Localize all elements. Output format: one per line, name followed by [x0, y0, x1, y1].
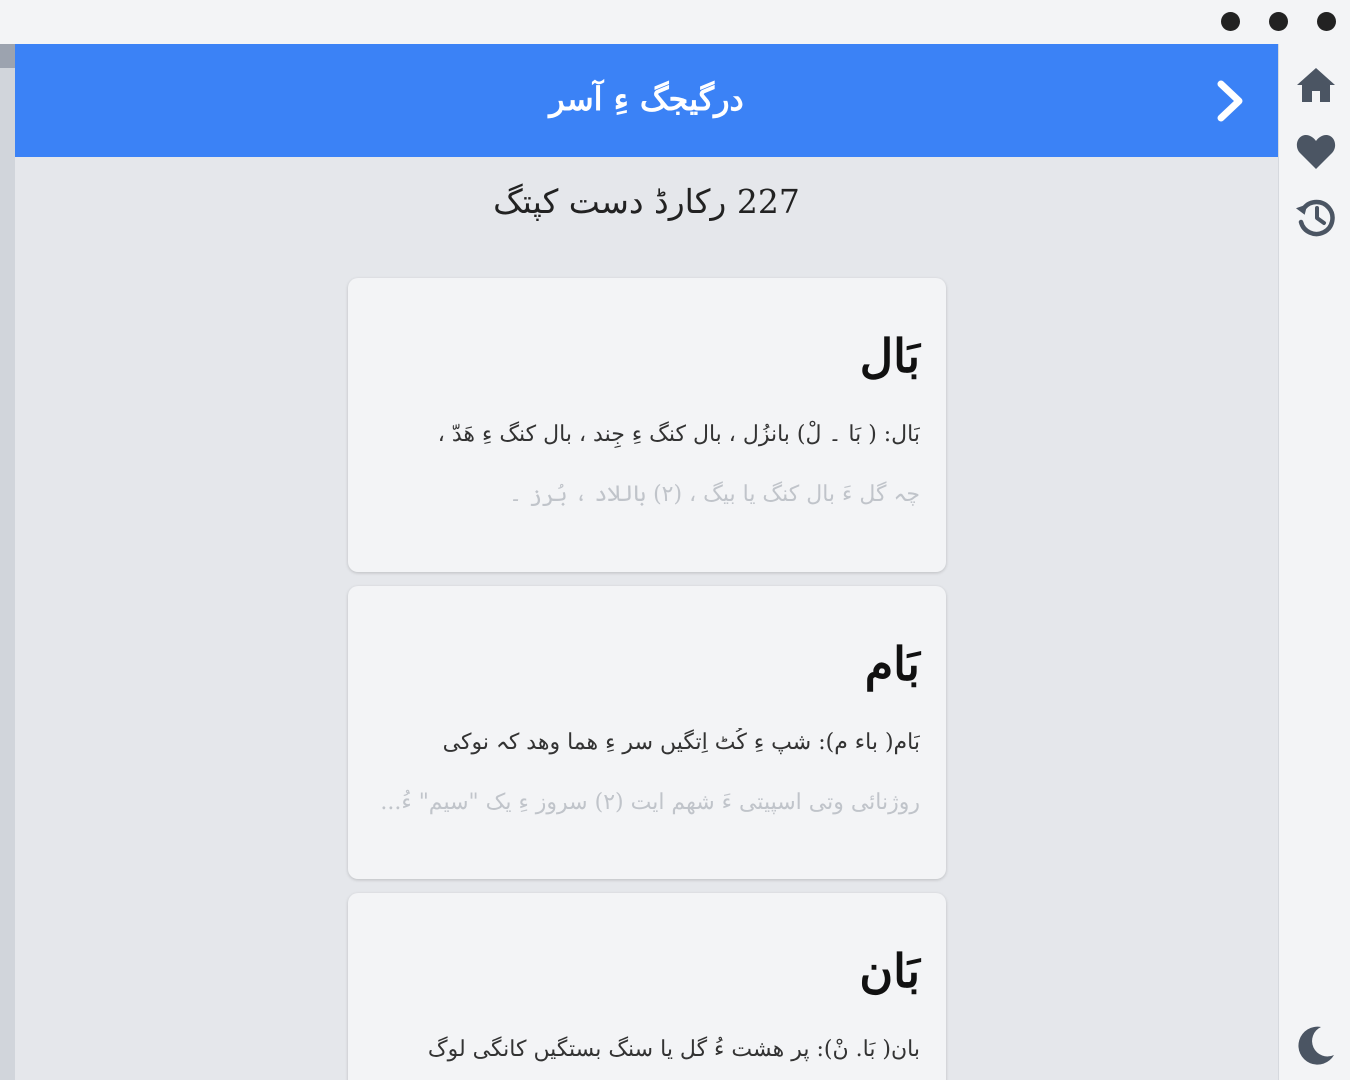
page-header: درگیجگ ءِ آسر: [15, 44, 1278, 157]
window-control-dot[interactable]: [1317, 12, 1336, 31]
favorites-button[interactable]: [1295, 130, 1337, 172]
entry-definition-fade: روژنائی وتی اسپیتی ءَ شھم ایت (۲) سروز ء…: [380, 790, 920, 815]
home-icon: [1297, 68, 1335, 102]
entry-word: بَان: [859, 944, 920, 998]
entry-card[interactable]: بَام بَام( باء م): شپ ءِ کُٹ اِتگیں سر ء…: [348, 586, 946, 879]
right-sidebar: [1278, 44, 1350, 1080]
back-button[interactable]: [1210, 78, 1250, 124]
entry-word: بَام: [864, 637, 920, 691]
entry-word: بَال: [859, 329, 920, 383]
entry-definition-fade: چہ گل ءَ بال کنگ یا بیگ ، (۲) باللاد ، ب…: [509, 482, 920, 507]
moon-icon: [1298, 1026, 1334, 1065]
main-panel: درگیجگ ءِ آسر 227 رکارڈ دست کپتگ بَال بَ…: [15, 44, 1278, 1080]
left-scrollbar-thumb[interactable]: [0, 44, 15, 68]
chevron-right-icon: [1217, 80, 1243, 122]
history-button[interactable]: [1295, 196, 1337, 238]
window-title-bar: [0, 0, 1350, 44]
entry-definition: بان( بَا. نْ): پر ھشت ءُ گل یا سنگ بستگی…: [427, 1037, 920, 1062]
entry-definition: بَام( باء م): شپ ءِ کُٹ اِتگیں سر ءِ ھما…: [442, 730, 920, 755]
entry-definition: بَال: ( بَا ۔ لْ) بانزُل ، بال کنگ ءِ جِ…: [437, 422, 920, 447]
entry-card[interactable]: بَال بَال: ( بَا ۔ لْ) بانزُل ، بال کنگ …: [348, 278, 946, 572]
heart-icon: [1296, 135, 1336, 169]
entry-card[interactable]: بَان بان( بَا. نْ): پر ھشت ءُ گل یا سنگ …: [348, 893, 946, 1080]
window-control-dot[interactable]: [1221, 12, 1240, 31]
window-control-dot[interactable]: [1269, 12, 1288, 31]
dark-mode-toggle[interactable]: [1295, 1024, 1337, 1066]
home-button[interactable]: [1295, 64, 1337, 106]
left-scrollbar-track[interactable]: [0, 44, 15, 1080]
history-icon: [1295, 199, 1335, 237]
page-title: درگیجگ ءِ آسر: [549, 80, 744, 118]
results-count: 227 رکارڈ دست کپتگ: [493, 182, 800, 221]
